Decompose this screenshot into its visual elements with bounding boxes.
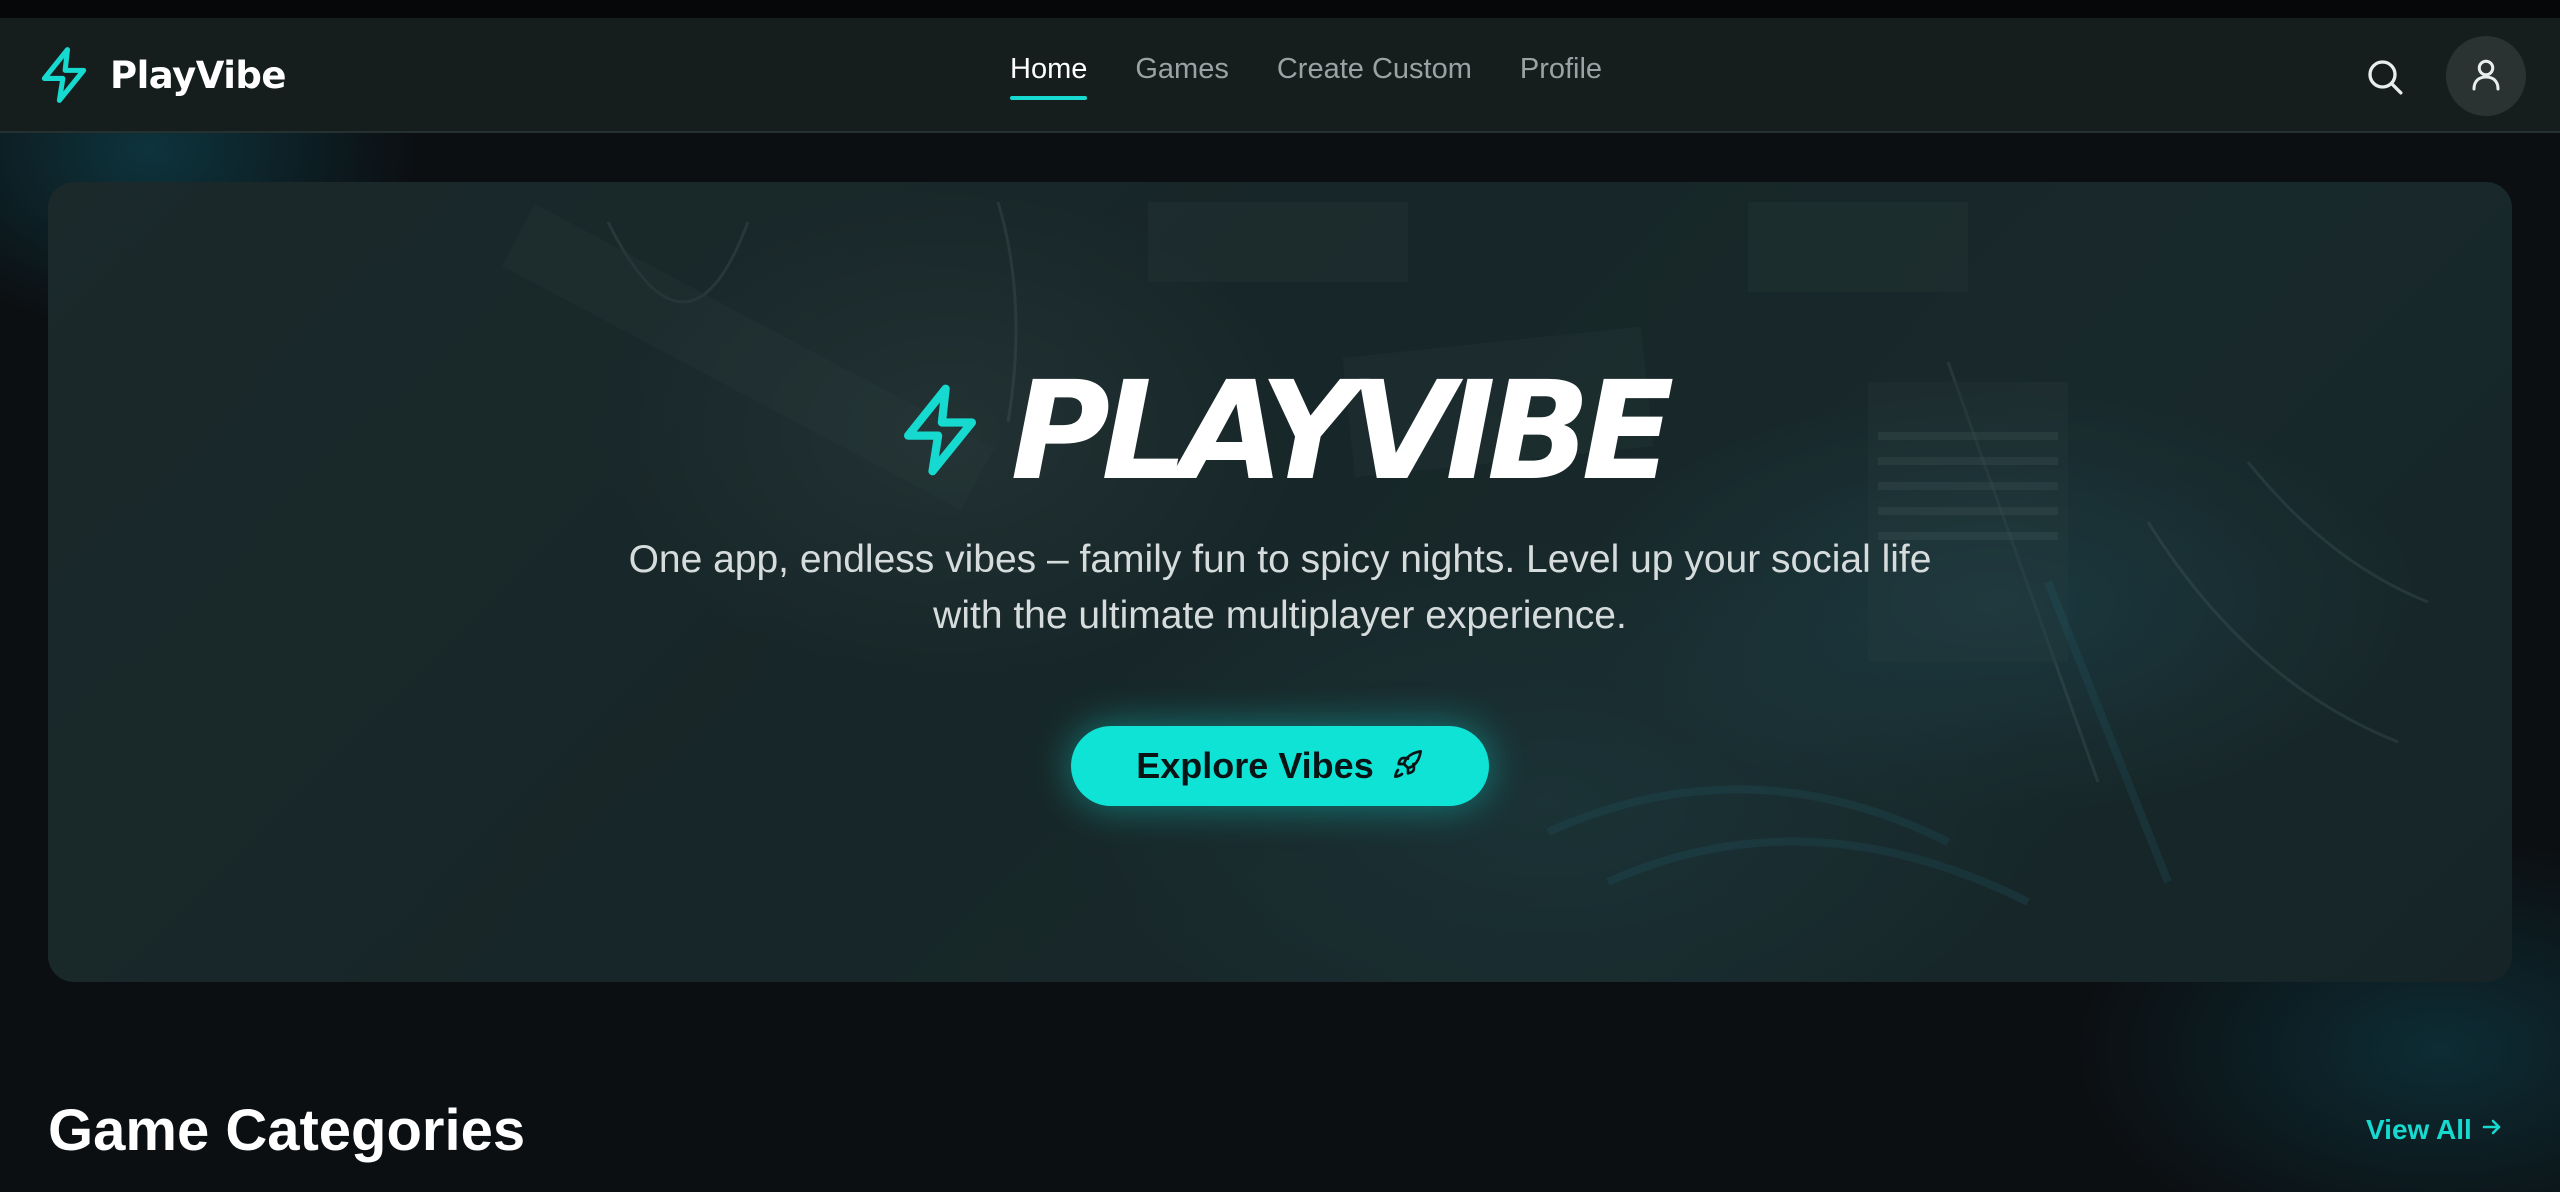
nav-profile[interactable]: Profile	[1520, 52, 1602, 100]
hero-content: PLAYVIBE One app, endless vibes – family…	[48, 182, 2512, 982]
lightning-bolt-icon	[36, 45, 92, 105]
profile-avatar-button[interactable]	[2446, 36, 2526, 116]
nav-games[interactable]: Games	[1135, 52, 1228, 100]
top-strip	[0, 0, 2560, 18]
hero-tagline: One app, endless vibes – family fun to s…	[628, 538, 1932, 637]
brand-name: PlayVibe	[110, 53, 287, 97]
main-nav: Home Games Create Custom Profile	[1010, 52, 1602, 118]
lightning-bolt-icon	[895, 380, 985, 485]
search-button[interactable]	[2360, 54, 2410, 104]
search-icon	[2365, 57, 2405, 102]
hero-wordmark: PLAYVIBE	[1010, 353, 1675, 511]
hero-logo: PLAYVIBE	[48, 362, 2512, 502]
navbar: PlayVibe Home Games Create Custom Profil…	[0, 18, 2560, 133]
rocket-icon	[1392, 748, 1424, 785]
hero-banner: PLAYVIBE One app, endless vibes – family…	[48, 182, 2512, 982]
nav-create-custom[interactable]: Create Custom	[1277, 52, 1472, 100]
section-title-game-categories: Game Categories	[48, 1098, 526, 1163]
view-all-label: View All	[2366, 1114, 2472, 1145]
brand-logo[interactable]: PlayVibe	[36, 42, 287, 108]
explore-vibes-button[interactable]: Explore Vibes	[1071, 726, 1489, 806]
page: PlayVibe Home Games Create Custom Profil…	[0, 0, 2560, 1192]
user-icon	[2468, 56, 2504, 97]
nav-home[interactable]: Home	[1010, 52, 1088, 100]
cta-label: Explore Vibes	[1136, 745, 1374, 786]
view-all-link[interactable]: View All	[2366, 1112, 2504, 1148]
arrow-right-icon	[2480, 1112, 2504, 1148]
